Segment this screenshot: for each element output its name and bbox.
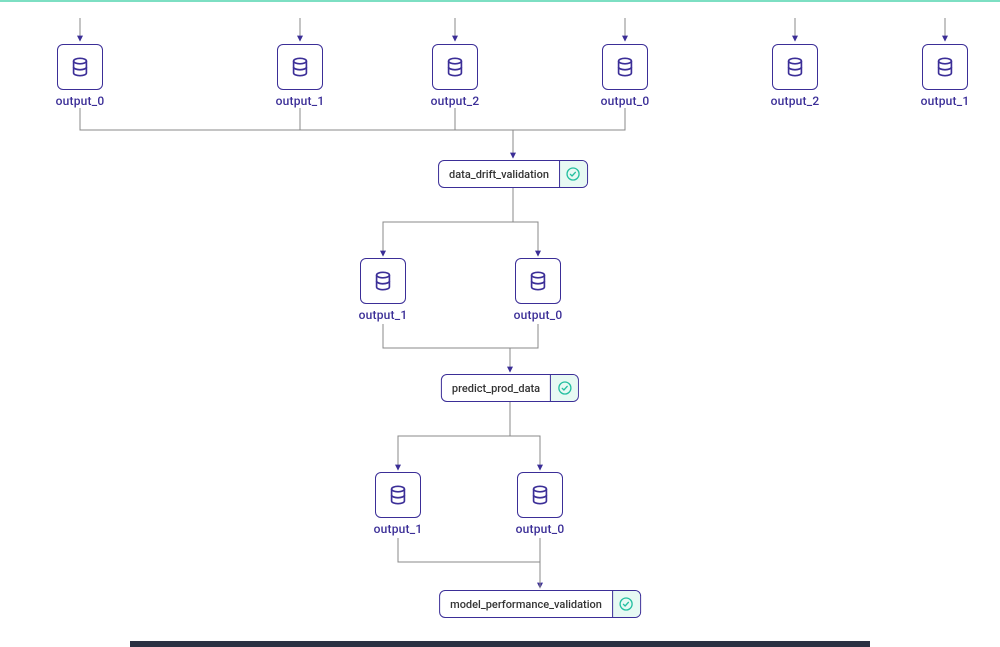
data-label-top-5: output_1 (885, 94, 1000, 108)
database-icon (614, 56, 636, 78)
data-node-top-0[interactable] (57, 44, 103, 90)
status-success-badge (550, 375, 578, 401)
data-label-top-3: output_0 (565, 94, 685, 108)
status-success-badge (559, 161, 587, 187)
data-node-top-5[interactable] (922, 44, 968, 90)
database-icon (934, 56, 956, 78)
status-success-badge (612, 591, 640, 617)
data-node-top-2[interactable] (432, 44, 478, 90)
data-label-s2-a: output_1 (338, 522, 458, 536)
check-circle-icon (565, 166, 581, 182)
database-icon (529, 484, 551, 506)
bottom-accent-bar (130, 641, 870, 647)
data-node-s2-b[interactable] (517, 472, 563, 518)
database-icon (387, 484, 409, 506)
data-label-top-2: output_2 (395, 94, 515, 108)
database-icon (527, 270, 549, 292)
database-icon (372, 270, 394, 292)
data-node-s1-a[interactable] (360, 258, 406, 304)
data-node-s1-b[interactable] (515, 258, 561, 304)
database-icon (784, 56, 806, 78)
step-label: data_drift_validation (439, 168, 559, 181)
step-label: model_performance_validation (440, 598, 612, 611)
data-label-top-4: output_2 (735, 94, 855, 108)
data-node-top-3[interactable] (602, 44, 648, 90)
data-node-s2-a[interactable] (375, 472, 421, 518)
database-icon (444, 56, 466, 78)
data-node-top-4[interactable] (772, 44, 818, 90)
step-label: predict_prod_data (442, 382, 550, 395)
step-predict-prod-data[interactable]: predict_prod_data (441, 374, 579, 402)
step-model-performance-validation[interactable]: model_performance_validation (439, 590, 641, 618)
data-label-s2-b: output_0 (480, 522, 600, 536)
data-label-top-1: output_1 (240, 94, 360, 108)
step-data-drift-validation[interactable]: data_drift_validation (438, 160, 588, 188)
database-icon (69, 56, 91, 78)
pipeline-canvas[interactable]: output_0 output_1 output_2 output_0 outp… (0, 0, 1000, 647)
data-label-s1-b: output_0 (478, 308, 598, 322)
data-label-top-0: output_0 (20, 94, 140, 108)
database-icon (289, 56, 311, 78)
data-node-top-1[interactable] (277, 44, 323, 90)
check-circle-icon (557, 380, 573, 396)
data-label-s1-a: output_1 (323, 308, 443, 322)
top-accent-bar (0, 0, 1000, 2)
check-circle-icon (618, 596, 634, 612)
